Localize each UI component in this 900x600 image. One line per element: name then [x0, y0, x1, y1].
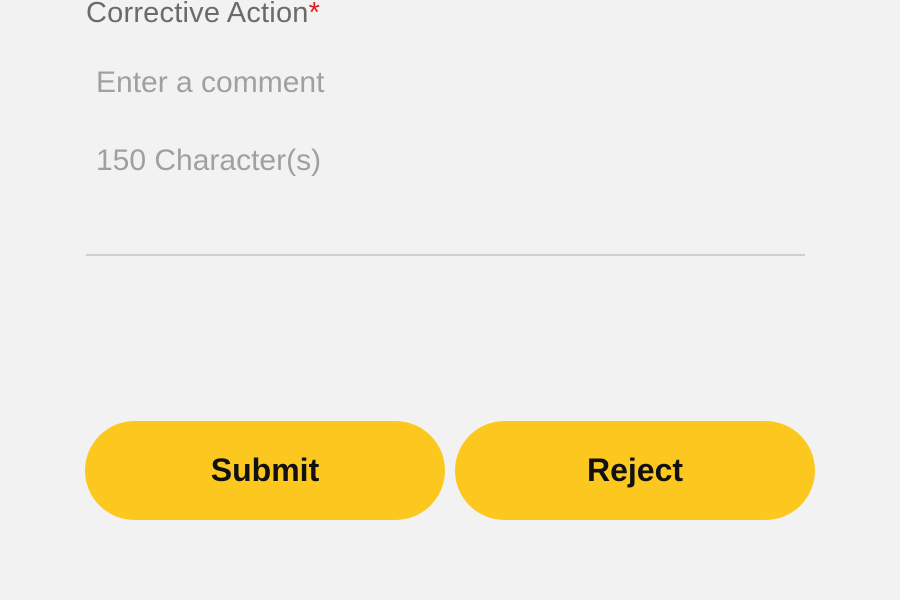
- submit-button[interactable]: Submit: [85, 421, 445, 520]
- corrective-action-form: Corrective Action* Enter a comment 150 C…: [0, 0, 900, 600]
- required-marker: *: [308, 0, 321, 29]
- character-limit-hint: 150 Character(s): [96, 144, 322, 177]
- corrective-action-label: Corrective Action*: [86, 0, 320, 30]
- comment-placeholder: Enter a comment: [96, 66, 325, 99]
- corrective-action-label-text: Corrective Action: [86, 0, 309, 29]
- reject-button[interactable]: Reject: [455, 421, 815, 520]
